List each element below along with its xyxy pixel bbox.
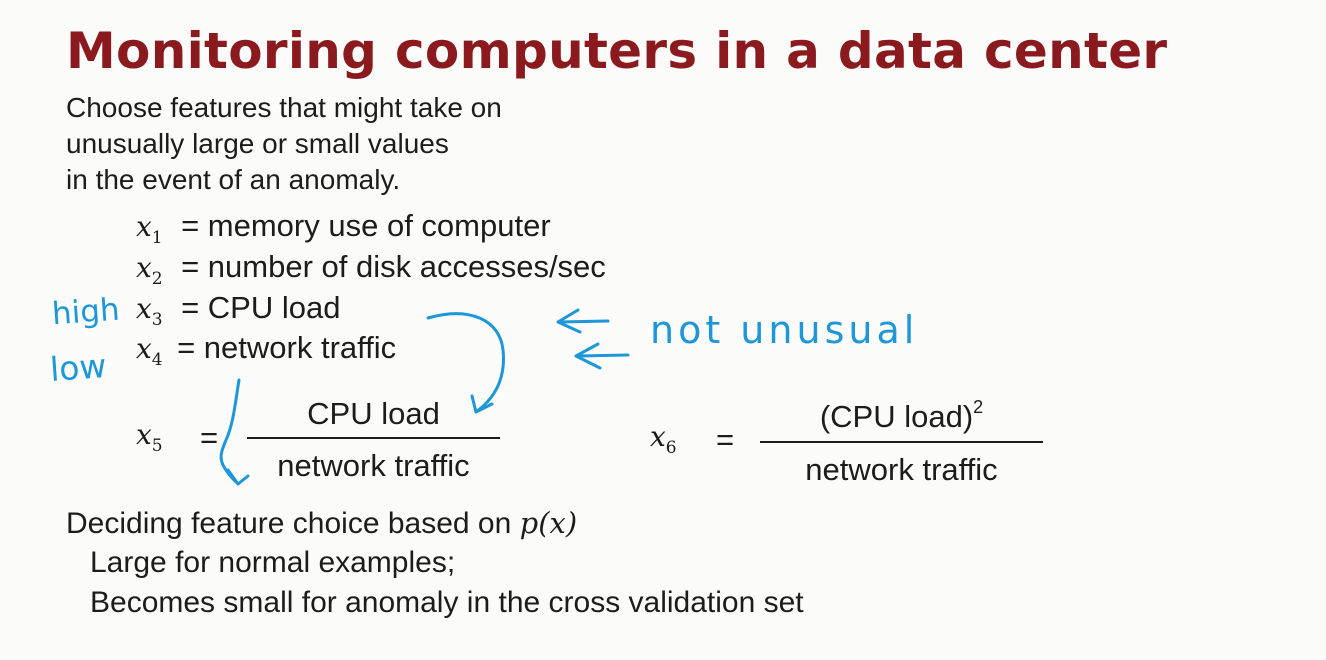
left-arrow-2 xyxy=(574,342,630,370)
arrow-cpu-curve xyxy=(426,312,505,414)
left-arrow-1 xyxy=(556,308,610,334)
handwriting-ink-layer xyxy=(219,308,630,486)
arrow-network-hook xyxy=(219,378,241,484)
